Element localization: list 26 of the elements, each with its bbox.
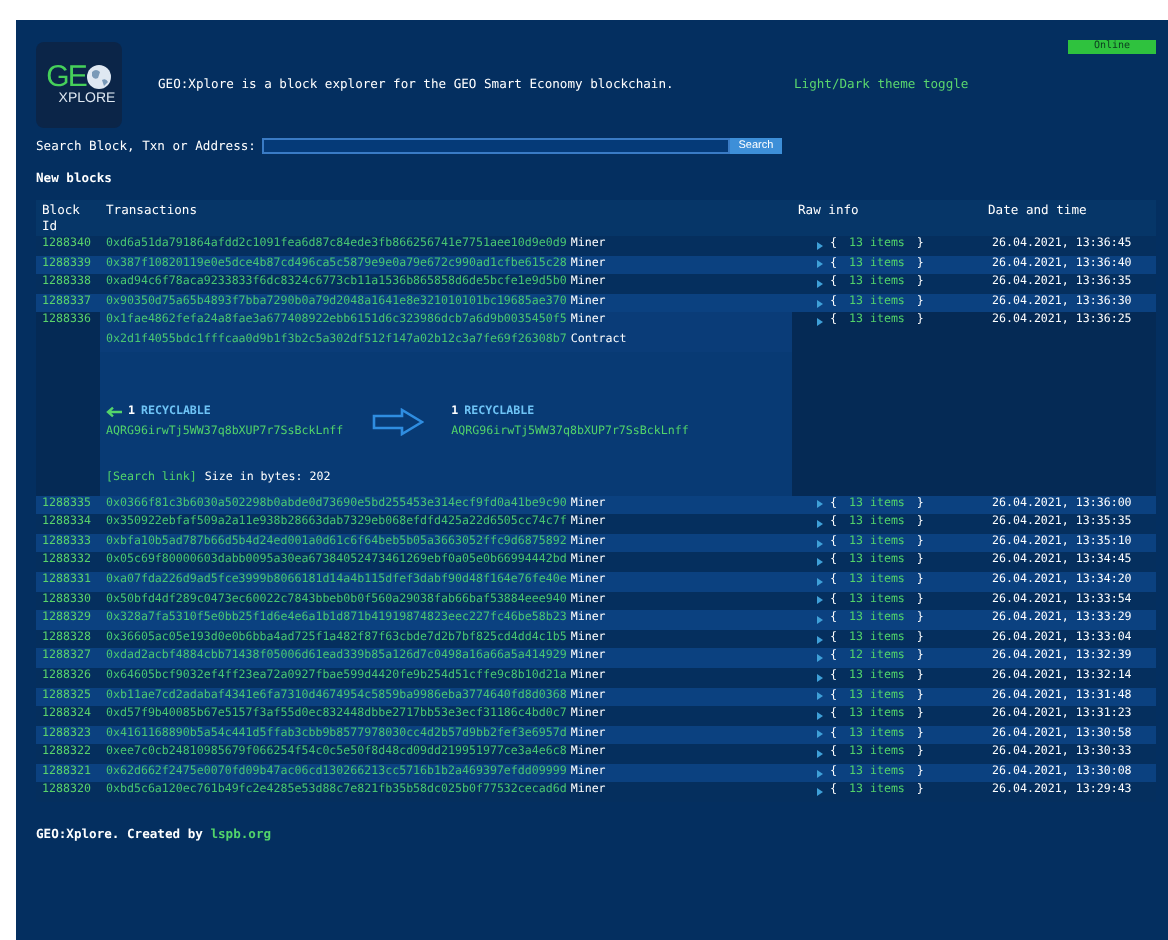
triangle-icon bbox=[816, 769, 824, 778]
triangle-icon bbox=[816, 654, 824, 663]
triangle-icon bbox=[816, 750, 824, 759]
triangle-icon bbox=[816, 558, 824, 567]
triangle-icon bbox=[816, 519, 824, 528]
logo-text: GE bbox=[46, 61, 86, 91]
triangle-icon bbox=[816, 500, 824, 509]
arrow-icon bbox=[371, 408, 424, 437]
triangle-icon bbox=[816, 730, 824, 739]
triangle-icon bbox=[816, 318, 824, 327]
triangle-icon bbox=[816, 279, 824, 288]
triangle-icon bbox=[816, 635, 824, 644]
globe-icon bbox=[85, 63, 112, 89]
triangle-icon bbox=[816, 577, 824, 586]
arrow-icon bbox=[106, 406, 122, 419]
triangle-icon bbox=[816, 673, 824, 682]
triangle-icon bbox=[816, 788, 824, 797]
triangle-icon bbox=[816, 711, 824, 720]
search-field[interactable] bbox=[261, 138, 730, 154]
triangle-icon bbox=[816, 596, 824, 605]
triangle-icon bbox=[816, 539, 824, 548]
triangle-icon bbox=[816, 260, 824, 269]
triangle-icon bbox=[816, 692, 824, 701]
triangle-icon bbox=[816, 299, 824, 308]
triangle-icon bbox=[816, 615, 824, 624]
triangle-icon bbox=[816, 241, 824, 250]
